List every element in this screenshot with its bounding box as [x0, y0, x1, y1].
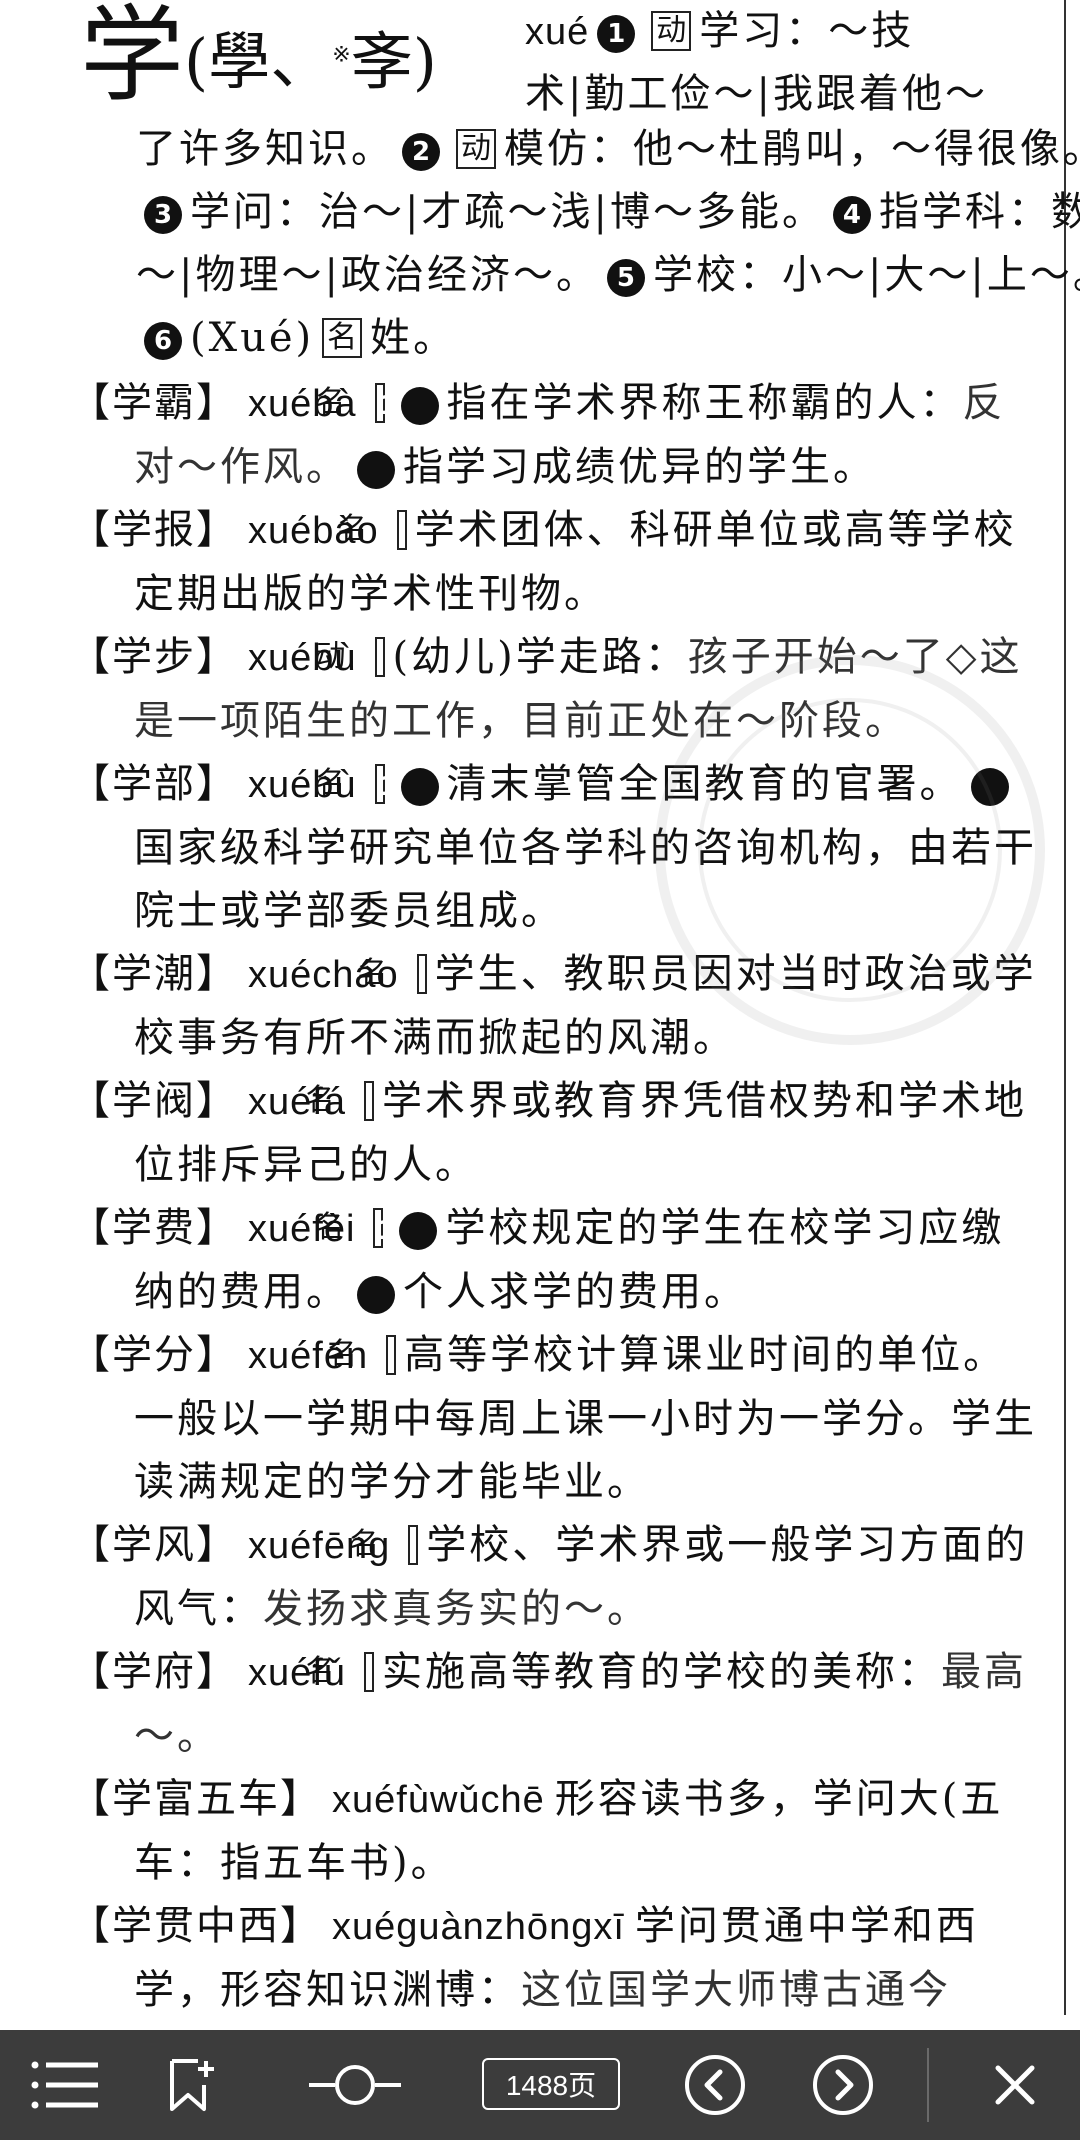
part-of-speech-tag: 名 — [305, 1652, 374, 1692]
sense-number: 2 — [949, 768, 1009, 806]
part-of-speech-tag: 名 — [327, 1335, 397, 1375]
dictionary-entry: 【学部】 xuébù名 1 清末掌管全国教育的官署。2国家级科学研究单位各学科的咨询机… — [70, 753, 1040, 943]
zoom-slider-icon — [309, 2065, 401, 2105]
head-definition-rest: 了许多知识。 2 动模仿：他～杜鹃叫，～得很像。 3 学问：治～|才疏～浅|博～多能。 4… — [136, 118, 1080, 370]
definition-text: 模仿：他～杜鹃叫，～得很像。 — [504, 126, 1080, 172]
definition-text: (幼儿)学走路： — [392, 634, 688, 680]
part-of-speech-tag: 名 — [358, 954, 427, 994]
definition-text: 学校：小～|大～|上～。 — [652, 252, 1080, 298]
entry-headword: 【学阀】 — [70, 1078, 238, 1124]
definition-text: 姓。 — [370, 315, 457, 361]
entry-pinyin: xuéfùwǔchē — [332, 1779, 545, 1821]
part-of-speech-tag: 名 — [322, 318, 363, 358]
entry-list: 【学霸】 xuébà名 1 指在学术界称王称霸的人：反对～作风。2 指学习成绩优异的学生… — [70, 372, 1040, 2022]
reader-toolbar: 1488页 — [0, 2030, 1080, 2140]
sense-number: 1 — [597, 15, 636, 53]
sense-number: 3 — [144, 196, 182, 234]
toolbar-divider — [927, 2048, 929, 2122]
dictionary-entry: 【学费】 xuéfèi名 1 学校规定的学生在校学习应缴纳的费用。2 个人求学的费用。 — [70, 1197, 1040, 1324]
page-number-badge[interactable]: 1488页 — [482, 2058, 620, 2110]
bookmark-add-icon — [170, 2059, 214, 2111]
definition-text: 指在学术界称王称霸的人： — [446, 380, 963, 426]
usage-example: 发扬求真务实的～。 — [263, 1586, 650, 1632]
close-button[interactable] — [980, 2030, 1050, 2140]
sense-number: 4 — [832, 196, 871, 234]
definition-text: 学习：～技 — [699, 8, 915, 54]
entry-headword: 【学富五车】 — [70, 1776, 322, 1822]
entry-headword: 【学府】 — [70, 1649, 238, 1695]
entry-headword: 【学费】 — [70, 1205, 238, 1251]
usage-example: 这位国学大师博古通今 — [521, 1967, 951, 2013]
definition-text: 实施高等教育的学校的美称： — [381, 1649, 941, 1695]
sense-number: 1 — [379, 387, 439, 425]
sense-number: 1 — [379, 768, 439, 806]
part-of-speech-tag: 动 — [316, 637, 385, 677]
variant-mark: ※ — [332, 42, 351, 67]
menu-icon — [31, 2061, 98, 2109]
prev-page-button[interactable] — [680, 2030, 750, 2140]
part-of-speech-tag: 动 — [456, 129, 496, 169]
dictionary-entry: 【学阀】 xuéfá名 学术界或教育界凭借权势和学术地位排斥异己的人。 — [70, 1070, 1040, 1197]
sense-number: 1 — [377, 1212, 438, 1250]
variant-traditional: 學 — [208, 24, 271, 98]
dictionary-page: 学(學、※斈) xué 1 动学习：～技 术|勤工俭～|我跟着他～ 了许多知识。 2 动… — [0, 0, 1080, 2030]
dictionary-entry: 【学霸】 xuébà名 1 指在学术界称王称霸的人：反对～作风。2 指学习成绩优异的学生… — [70, 372, 1040, 499]
surname-pinyin: (Xué) — [190, 315, 315, 361]
dictionary-entry: 【学报】 xuébào名 学术团体、科研单位或高等学校定期出版的学术性刊物。 — [70, 499, 1040, 626]
entry-headword: 【学霸】 — [70, 380, 238, 426]
entry-headword: 【学分】 — [70, 1332, 238, 1378]
part-of-speech-tag: 名 — [305, 1081, 374, 1121]
entry-pinyin: xuéguànzhōngxī — [332, 1906, 625, 1948]
definition-text: 术|勤工俭～|我跟着他～ — [525, 71, 988, 117]
entry-headword: 【学潮】 — [70, 951, 238, 997]
definition-text: 了许多知识。 — [136, 126, 394, 172]
sense-number: 2 — [335, 1276, 395, 1314]
dictionary-entry: 【学富五车】 xuéfùwǔchē 形容读书多，学问大(五车：指五车书)。 — [70, 1768, 1040, 1895]
sense-number: 6 — [144, 322, 182, 360]
entry-headword: 【学步】 — [70, 634, 238, 680]
head-pinyin: xué — [525, 11, 590, 53]
sense-number: 2 — [335, 451, 395, 489]
dictionary-entry: 【学步】 xuébù动 (幼儿)学走路：孩子开始～了◇这是一项陌生的工作，目前正处在… — [70, 626, 1040, 753]
close-icon — [995, 2065, 1035, 2105]
dictionary-entry: 【学潮】 xuécháo名 学生、教职员因对当时政治或学校事务有所不满而掀起的风潮。 — [70, 943, 1040, 1070]
variant-nonstandard: 斈 — [350, 24, 413, 98]
definition-text: 学问：治～|才疏～浅|博～多能。 — [190, 189, 825, 235]
definition-text: 清末掌管全国教育的官署。 — [446, 761, 963, 807]
entry-headword: 【学风】 — [70, 1522, 238, 1568]
sense-number: 2 — [402, 133, 440, 171]
dictionary-entry: 【学分】 xuéfēn名 高等学校计算课业时间的单位。一般以一学期中每周上课一小时为… — [70, 1324, 1040, 1514]
definition-text: 国家级科学研究单位各学科的咨询机构，由若干院士或学部委员组成。 — [134, 825, 1037, 934]
definition-text: 个人求学的费用。 — [403, 1269, 747, 1315]
head-character-block: 学(學、※斈) — [80, 0, 437, 110]
prev-page-icon — [685, 2055, 745, 2115]
menu-button[interactable] — [20, 2030, 110, 2140]
next-page-button[interactable] — [808, 2030, 878, 2140]
dictionary-entry: 【学贯中西】 xuéguànzhōngxī 学问贯通中学和西学，形容知识渊博：这位国… — [70, 1895, 1040, 2022]
entry-headword: 【学报】 — [70, 507, 238, 553]
head-character: 学 — [80, 0, 185, 116]
zoom-slider-button[interactable] — [300, 2030, 410, 2140]
next-page-icon — [813, 2055, 873, 2115]
dictionary-entry: 【学风】 xuéfēng名 学校、学术界或一般学习方面的风气：发扬求真务实的～。 — [70, 1514, 1040, 1641]
bookmark-add-button[interactable] — [152, 2030, 232, 2140]
entry-headword: 【学贯中西】 — [70, 1903, 322, 1949]
variant-forms: (學、※斈) — [184, 24, 437, 98]
dictionary-entry: 【学府】 xuéfǔ名 实施高等教育的学校的美称：最高～。 — [70, 1641, 1040, 1768]
part-of-speech-tag: 名 — [338, 510, 407, 550]
part-of-speech-tag: 动 — [651, 11, 692, 51]
sense-number: 5 — [606, 259, 645, 297]
definition-text: 指学习成绩优异的学生。 — [403, 444, 876, 490]
head-definition-top: xué 1 动学习：～技 术|勤工俭～|我跟着他～ — [525, 0, 1080, 125]
part-of-speech-tag: 名 — [349, 1525, 419, 1565]
entry-headword: 【学部】 — [70, 761, 238, 807]
